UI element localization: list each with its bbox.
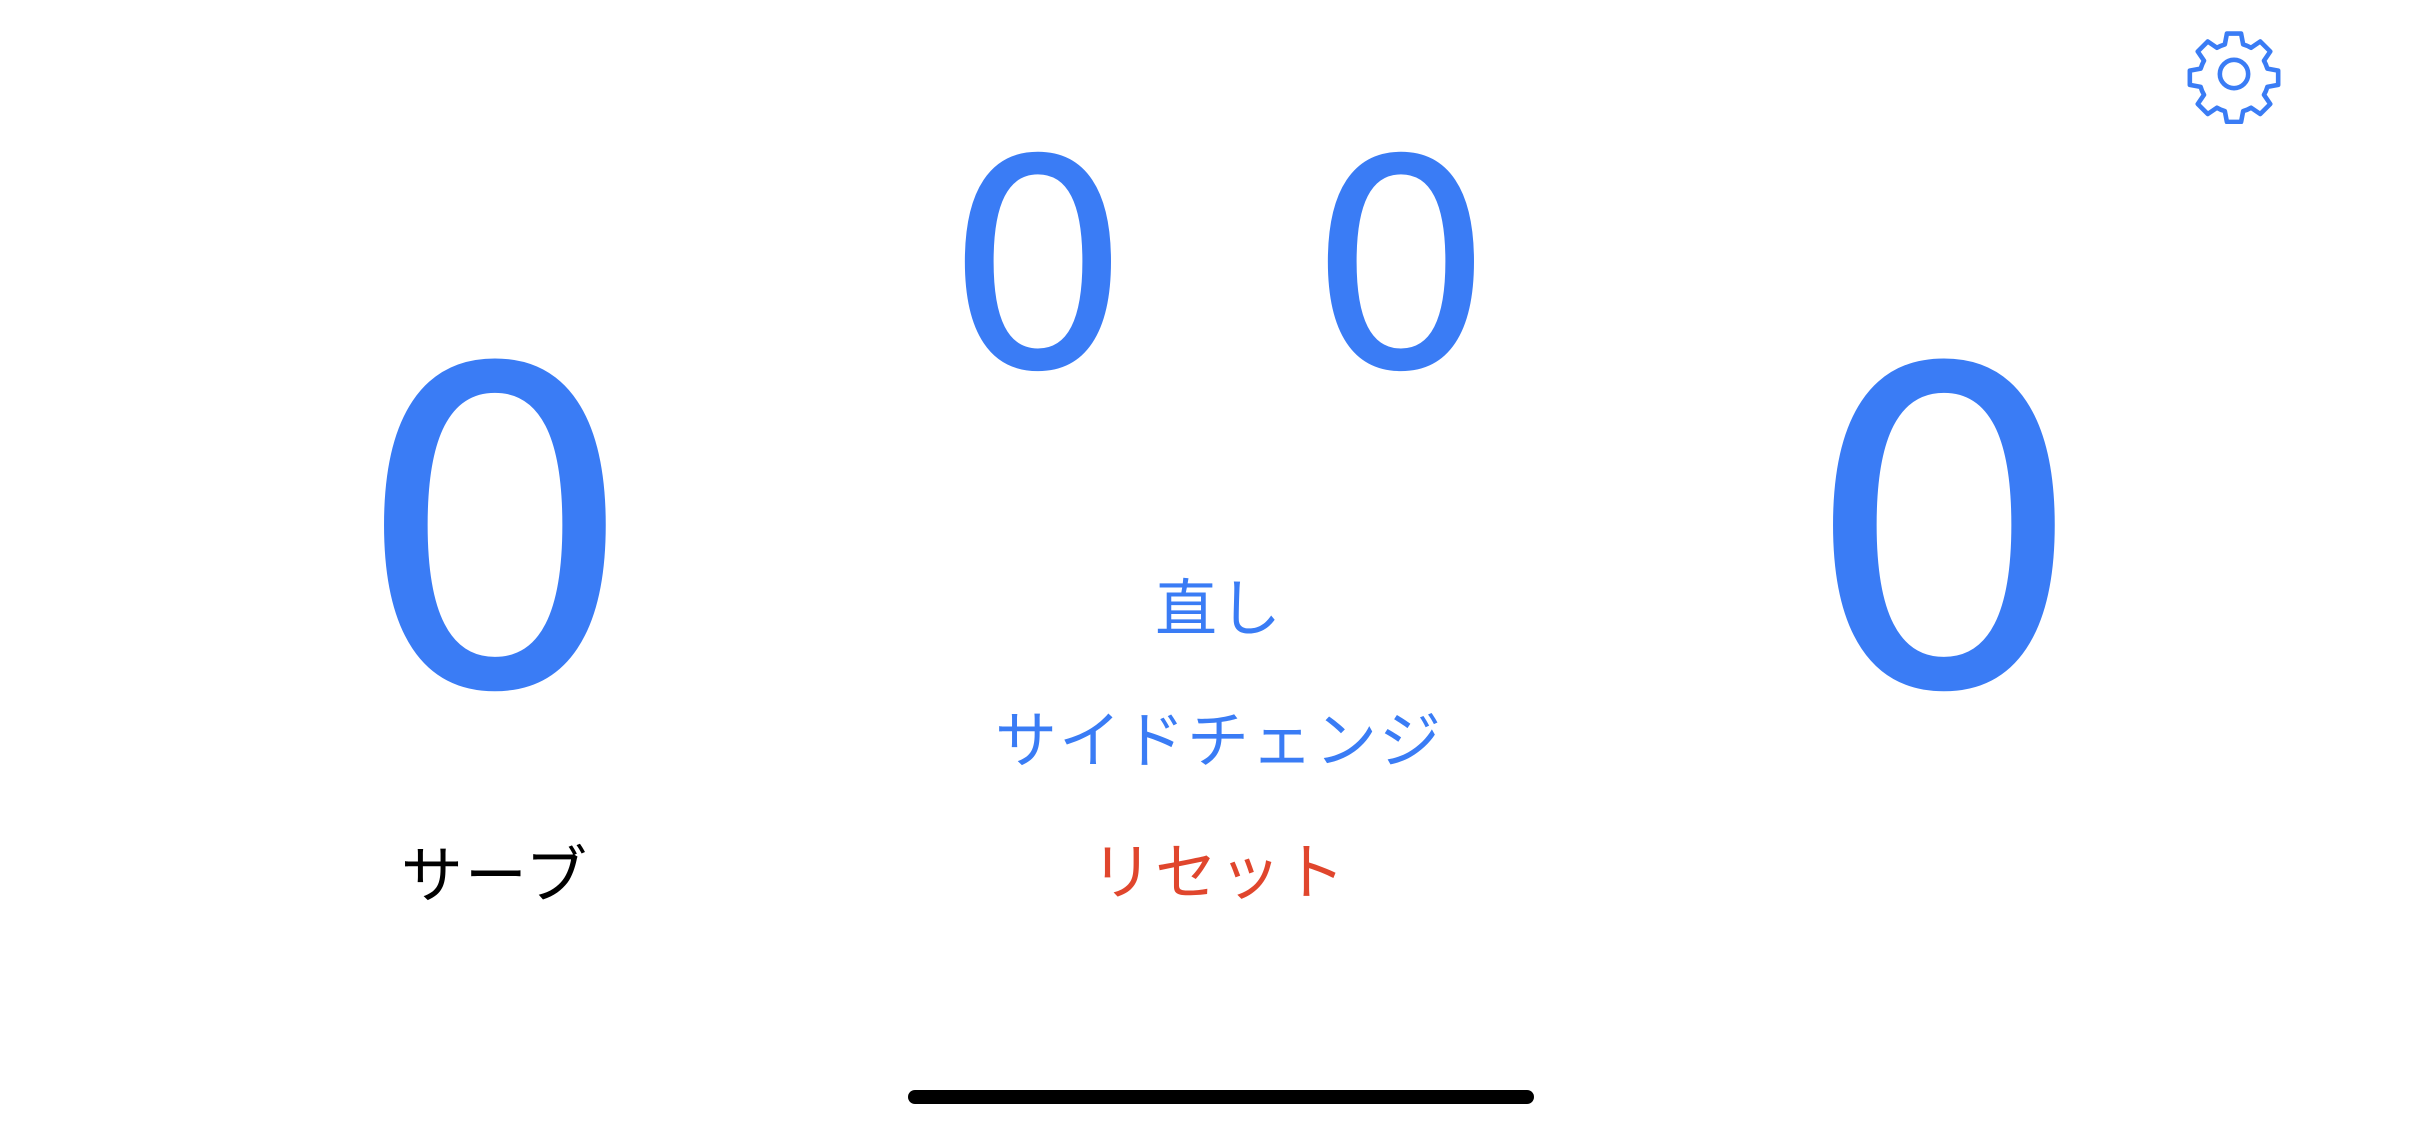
- left-point-score[interactable]: 0: [355, 313, 635, 753]
- right-games-score[interactable]: 0: [1309, 123, 1494, 413]
- home-indicator[interactable]: [908, 1090, 1534, 1104]
- undo-button[interactable]: 直し: [1155, 578, 1283, 640]
- side-change-button[interactable]: サイドチェンジ: [995, 710, 1443, 772]
- settings-button[interactable]: [2184, 24, 2284, 125]
- left-games-score[interactable]: 0: [946, 123, 1131, 413]
- serve-indicator: サーブ: [400, 839, 590, 912]
- reset-button[interactable]: リセット: [1091, 842, 1347, 904]
- gear-icon: [2187, 31, 2281, 125]
- right-point-score[interactable]: 0: [1804, 313, 2084, 753]
